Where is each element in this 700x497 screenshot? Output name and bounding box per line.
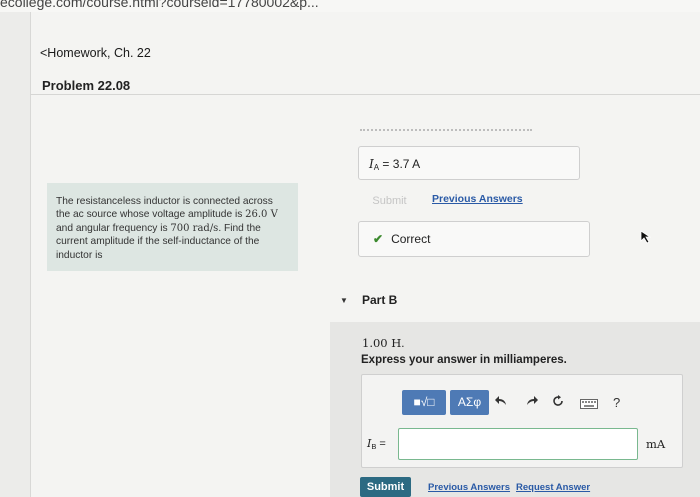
browser-url-bar: ecollege.com/course.html?courseid=177800… [0, 0, 700, 12]
cropped-instruction-line [360, 129, 532, 135]
unit-label: mA [646, 437, 666, 451]
voltage-value: 26.0 V [245, 209, 278, 221]
inductance-suffix: . [401, 338, 405, 350]
header-divider [30, 94, 700, 95]
part-a-previous-answers-link[interactable]: Previous Answers [432, 193, 523, 205]
problem-statement: The resistanceless inductor is connected… [47, 183, 298, 271]
answer-instruction: Express your answer in milliamperes. [361, 354, 567, 366]
mouse-cursor-icon [640, 230, 652, 244]
part-b-title[interactable]: Part B [362, 293, 397, 307]
keyboard-icon[interactable] [580, 397, 598, 412]
part-b-eq: = [376, 438, 386, 450]
undo-icon[interactable] [494, 395, 508, 410]
symbols-button[interactable]: ΑΣφ [450, 389, 489, 415]
problem-title: Problem 22.08 [42, 78, 131, 93]
inductance-text: 1.00 H. [362, 336, 405, 350]
part-a-value: = 3.7 A [379, 157, 421, 171]
part-b-answer-input[interactable] [398, 428, 638, 460]
problem-text-1: The resistanceless inductor is connected… [56, 196, 273, 221]
templates-button[interactable]: ■√□ [402, 389, 446, 415]
collapse-caret-icon[interactable]: ▼ [340, 296, 348, 305]
back-to-homework-link[interactable]: <Homework, Ch. 22 [40, 46, 151, 60]
part-b-previous-answers-link[interactable]: Previous Answers [428, 482, 510, 493]
problem-text-2: and angular frequency is [56, 222, 171, 234]
reset-icon[interactable] [551, 394, 565, 411]
correct-label: Correct [391, 232, 431, 246]
math-toolbar: ■√□ ΑΣφ [402, 389, 489, 415]
checkmark-icon: ✔ [373, 232, 384, 246]
part-b-input-label: IB = [367, 437, 386, 451]
correct-feedback: ✔ Correct [358, 221, 590, 257]
help-icon[interactable]: ? [613, 395, 620, 410]
request-answer-link[interactable]: Request Answer [516, 482, 590, 493]
redo-icon[interactable] [525, 395, 539, 410]
url-text: ecollege.com/course.html?courseid=177800… [0, 0, 319, 10]
part-a-submit-button: Submit [372, 195, 407, 207]
inductance-value: 1.00 H [362, 336, 402, 350]
part-a-answer-display: IA = 3.7 A [358, 146, 580, 180]
frequency-value: 700 rad/s [170, 222, 219, 234]
part-b-submit-button[interactable]: Submit [360, 477, 411, 497]
